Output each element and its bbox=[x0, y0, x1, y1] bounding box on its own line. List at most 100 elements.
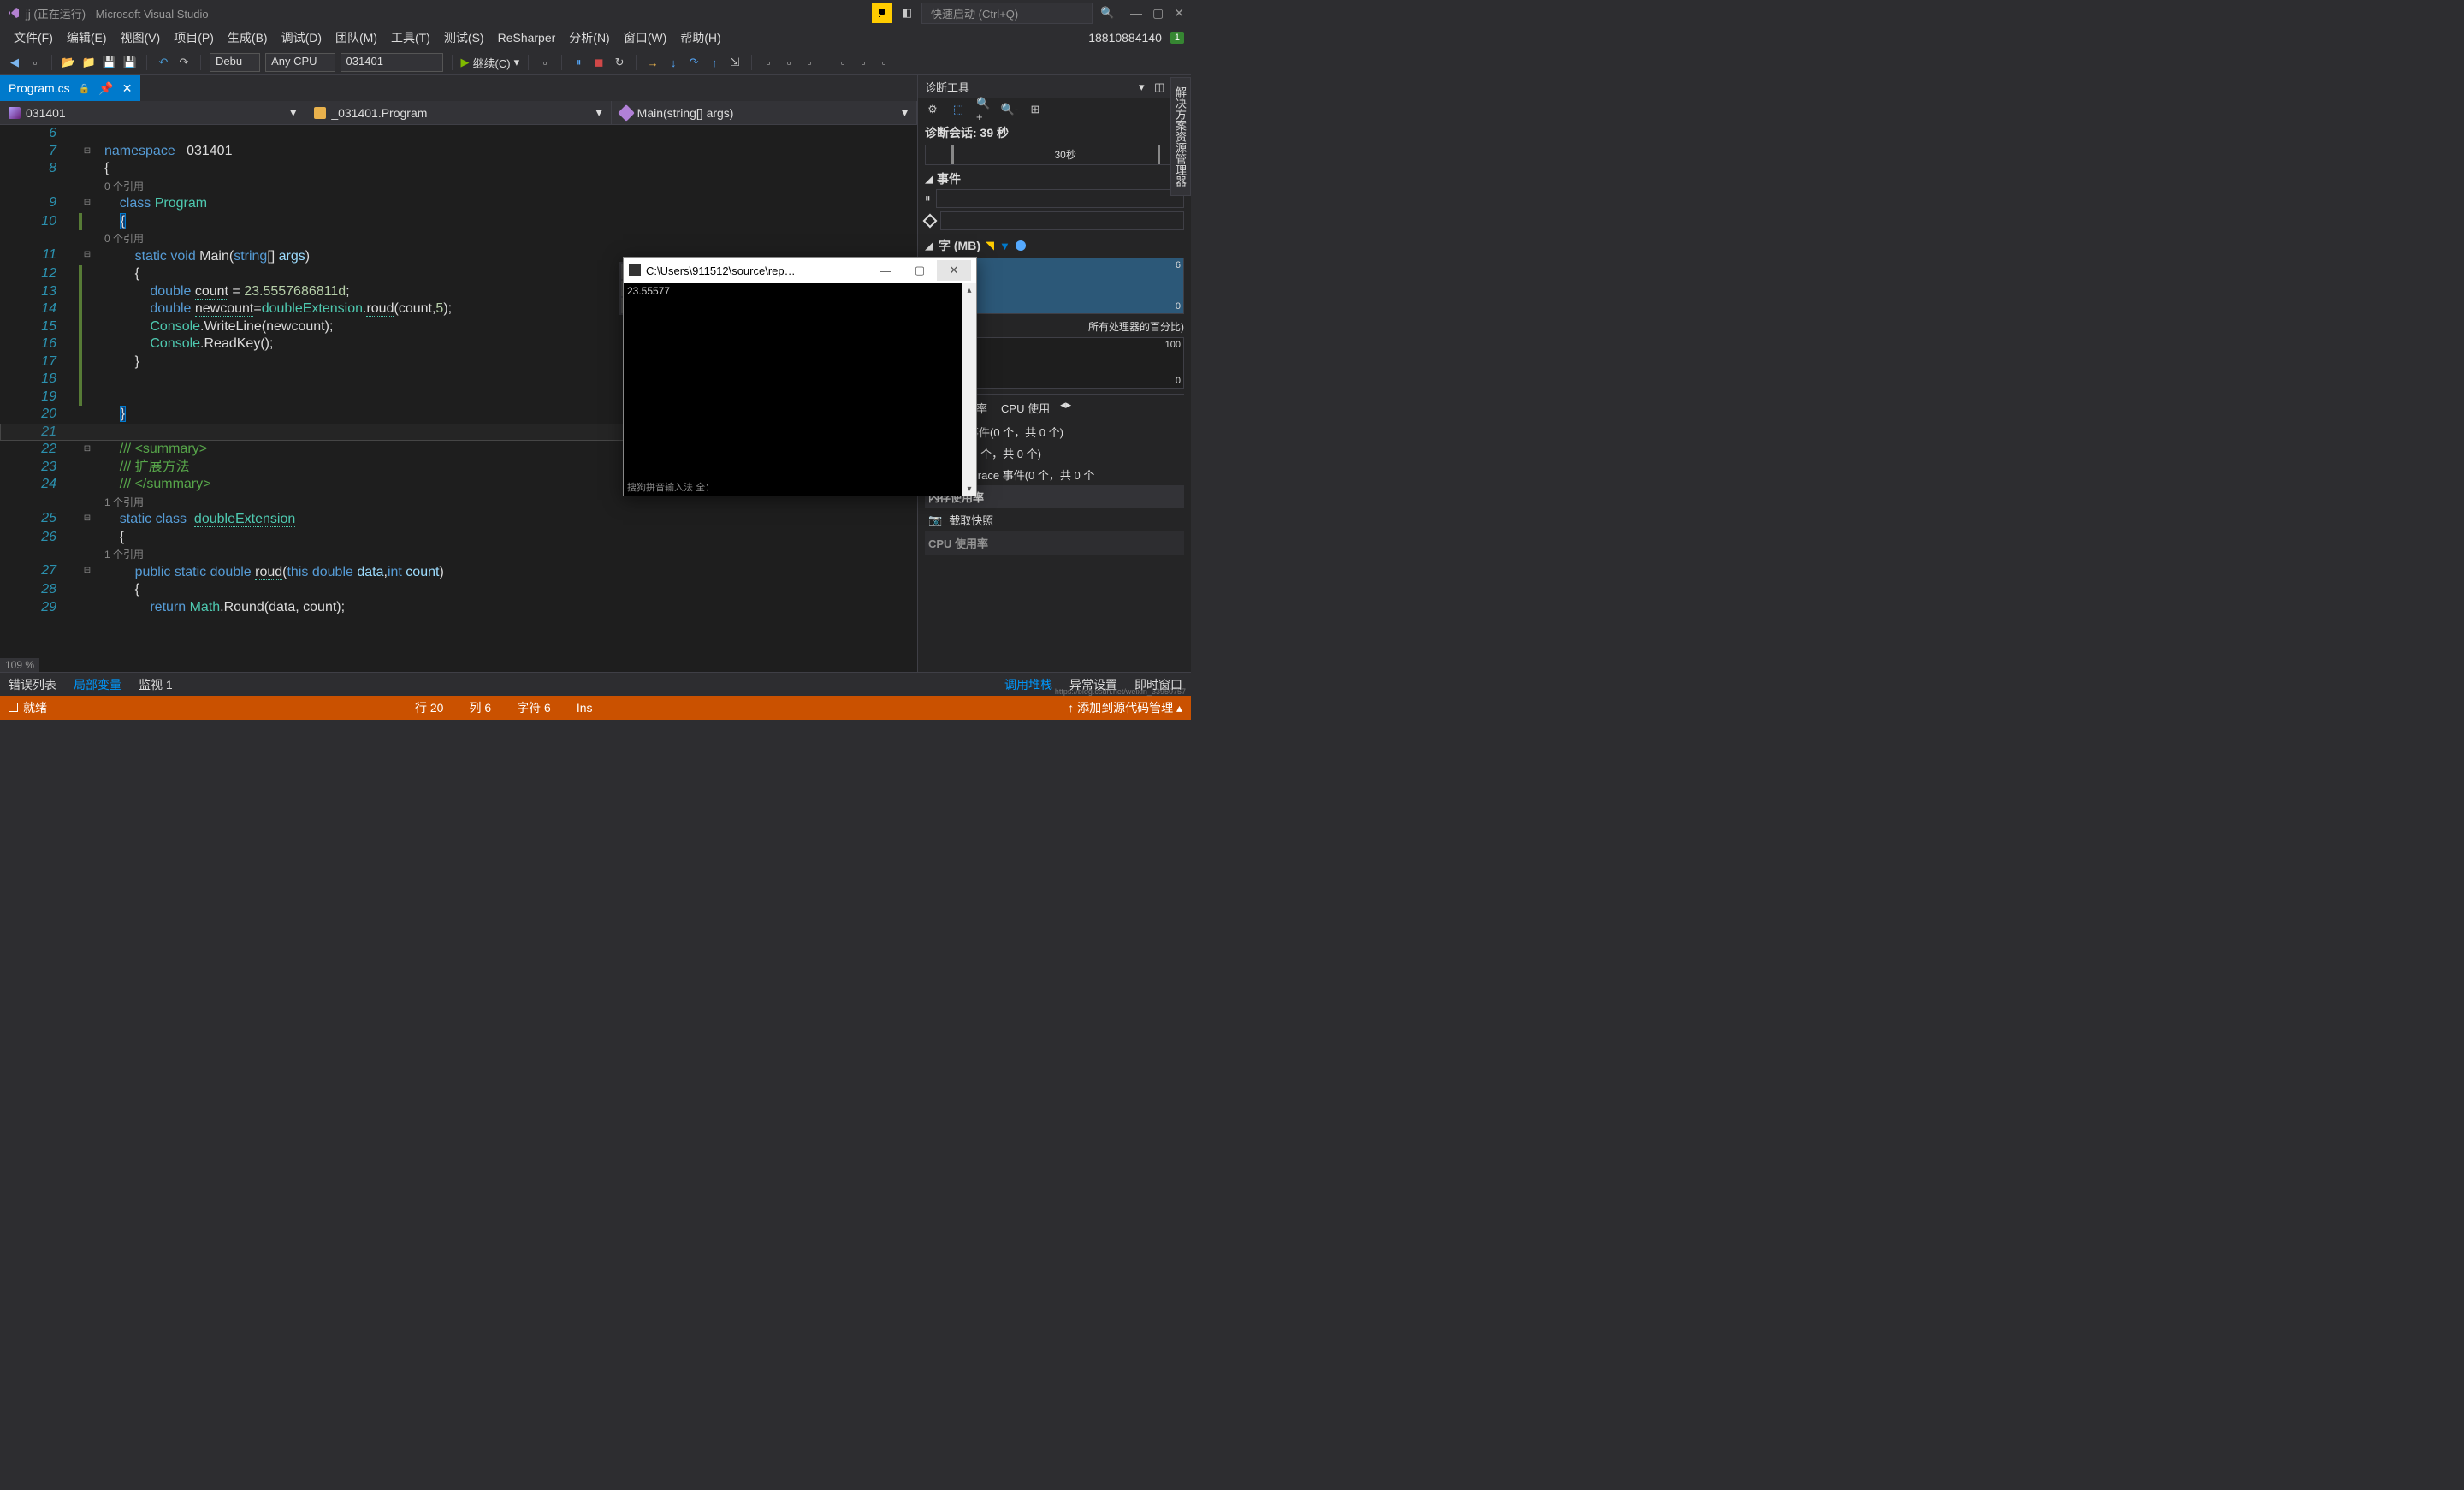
diag-title: 诊断工具 bbox=[925, 79, 969, 95]
minimize-button[interactable]: — bbox=[1130, 6, 1142, 21]
bottom-tool-tabs: 错误列表 局部变量 监视 1 调用堆栈 异常设置 即时窗口 bbox=[0, 672, 1191, 696]
menu-resharper[interactable]: ReSharper bbox=[491, 27, 563, 48]
console-minimize-button[interactable]: — bbox=[868, 260, 903, 281]
menu-team[interactable]: 团队(M) bbox=[329, 26, 384, 50]
user-name[interactable]: 18810884140 bbox=[1088, 31, 1162, 45]
menu-view[interactable]: 视图(V) bbox=[114, 26, 168, 50]
menu-test[interactable]: 测试(S) bbox=[437, 26, 491, 50]
menu-bar: 文件(F) 编辑(E) 视图(V) 项目(P) 生成(B) 调试(D) 团队(M… bbox=[0, 26, 1191, 50]
menu-file[interactable]: 文件(F) bbox=[7, 26, 60, 50]
redo-icon[interactable]: ↷ bbox=[176, 55, 192, 70]
customize-icon[interactable]: ◧ bbox=[899, 5, 915, 21]
step-over-icon[interactable]: ↷ bbox=[686, 55, 702, 70]
close-button[interactable]: ✕ bbox=[1174, 6, 1184, 21]
stop-icon[interactable]: ◼ bbox=[591, 55, 607, 70]
bt-locals[interactable]: 局部变量 bbox=[65, 673, 130, 697]
new-project-icon[interactable]: 📂 bbox=[61, 55, 76, 70]
reset-view-icon[interactable]: ⊞ bbox=[1028, 102, 1043, 117]
menu-help[interactable]: 帮助(H) bbox=[673, 26, 727, 50]
pause-marker-icon: ⏸ bbox=[925, 192, 931, 205]
zoom-out-icon[interactable]: 🔍- bbox=[1002, 102, 1017, 117]
menu-project[interactable]: 项目(P) bbox=[167, 26, 221, 50]
console-maximize-button[interactable]: ▢ bbox=[903, 260, 937, 281]
tab-close-icon[interactable]: ✕ bbox=[122, 81, 133, 96]
nav-class[interactable]: _031401.Program ▾ bbox=[305, 101, 611, 124]
timeline-ruler[interactable]: 30秒 bbox=[925, 145, 1184, 165]
scroll-up-icon[interactable]: ▴ bbox=[962, 283, 976, 297]
show-next-icon[interactable]: → bbox=[645, 55, 660, 70]
lock-icon: 🔒 bbox=[79, 83, 91, 94]
menu-edit[interactable]: 编辑(E) bbox=[60, 26, 114, 50]
platform-select[interactable]: Any CPU bbox=[265, 53, 335, 72]
take-snapshot-button[interactable]: 📷 截取快照 bbox=[925, 508, 1184, 531]
source-control-button[interactable]: ↑ 添加到源代码管理 ▴ bbox=[1068, 699, 1182, 716]
startup-project-select[interactable]: 031401 bbox=[341, 53, 443, 72]
user-badge[interactable]: 1 bbox=[1170, 32, 1184, 44]
console-output-text: 23.55577 bbox=[627, 285, 670, 297]
toolbar-icon-a[interactable]: ▫ bbox=[761, 55, 776, 70]
console-close-button[interactable]: ✕ bbox=[937, 260, 971, 281]
bt-callstack[interactable]: 调用堆栈 bbox=[996, 673, 1061, 697]
console-title: C:\Users\911512\source\rep… bbox=[646, 264, 868, 277]
diag-tab-cpu[interactable]: CPU 使用 bbox=[998, 398, 1053, 418]
restart-icon[interactable]: ↻ bbox=[612, 55, 627, 70]
menu-build[interactable]: 生成(B) bbox=[221, 26, 275, 50]
camera-icon: 📷 bbox=[928, 513, 942, 527]
save-icon[interactable]: 💾 bbox=[102, 55, 117, 70]
gear-icon[interactable]: ⚙ bbox=[925, 102, 940, 117]
status-ready: 就绪 bbox=[9, 699, 47, 716]
method-icon bbox=[618, 104, 635, 122]
menu-window[interactable]: 窗口(W) bbox=[617, 26, 674, 50]
console-titlebar[interactable]: C:\Users\911512\source\rep… — ▢ ✕ bbox=[624, 258, 976, 283]
nav-project[interactable]: 031401 ▾ bbox=[0, 101, 305, 124]
console-window[interactable]: C:\Users\911512\source\rep… — ▢ ✕ 23.555… bbox=[623, 257, 977, 496]
maximize-button[interactable]: ▢ bbox=[1152, 6, 1164, 21]
zoom-level[interactable]: 109 % bbox=[0, 658, 39, 672]
toolbar-icon-e[interactable]: ▫ bbox=[856, 55, 871, 70]
cpu-section-header: CPU 使用率 bbox=[925, 531, 1184, 555]
toolbar-icon-d[interactable]: ▫ bbox=[835, 55, 850, 70]
step-into-icon[interactable]: ↓ bbox=[666, 55, 681, 70]
console-scrollbar[interactable]: ▴ ▾ bbox=[962, 283, 976, 496]
select-tools-icon[interactable]: ⬚ bbox=[951, 102, 966, 117]
nav-method[interactable]: Main(string[] args) ▾ bbox=[612, 101, 917, 124]
console-output[interactable]: 23.55577 搜狗拼音输入法 全： ▴ ▾ bbox=[624, 283, 976, 496]
pin-icon[interactable]: 📌 bbox=[98, 81, 113, 96]
diag-session-label: 诊断会话: 39 秒 bbox=[925, 124, 1184, 141]
tab-program-cs[interactable]: Program.cs 🔒 📌 ✕ bbox=[0, 75, 140, 101]
toolbar-icon-b[interactable]: ▫ bbox=[781, 55, 797, 70]
panel-pin-icon[interactable]: ◫ bbox=[1154, 80, 1164, 93]
title-bar: jj (正在运行) - Microsoft Visual Studio ◧ 快速… bbox=[0, 0, 1191, 26]
step-out-icon[interactable]: ↑ bbox=[707, 55, 722, 70]
nav-forward-icon[interactable]: ▫ bbox=[27, 55, 43, 70]
menu-analyze[interactable]: 分析(N) bbox=[562, 26, 616, 50]
undo-icon[interactable]: ↶ bbox=[156, 55, 171, 70]
toolbar-icon-f[interactable]: ▫ bbox=[876, 55, 891, 70]
solution-explorer-tab[interactable]: 解决方案资源管理器 bbox=[1170, 77, 1191, 196]
status-char: 字符 6 bbox=[517, 699, 551, 716]
toolbar-icon-c[interactable]: ▫ bbox=[802, 55, 817, 70]
zoom-in-icon[interactable]: 🔍+ bbox=[976, 102, 992, 117]
search-icon[interactable]: 🔍 bbox=[1099, 5, 1115, 21]
continue-button[interactable]: ▶ 继续(C) ▾ bbox=[461, 55, 520, 71]
scroll-down-icon[interactable]: ▾ bbox=[962, 482, 976, 496]
notification-flag-icon[interactable] bbox=[872, 3, 892, 23]
debug-target-icon[interactable]: ▫ bbox=[537, 55, 553, 70]
menu-debug[interactable]: 调试(D) bbox=[275, 26, 329, 50]
run-to-cursor-icon[interactable]: ⇲ bbox=[727, 55, 743, 70]
bt-errors[interactable]: 错误列表 bbox=[0, 673, 65, 697]
menu-tools[interactable]: 工具(T) bbox=[384, 26, 437, 50]
tab-label: Program.cs bbox=[9, 81, 70, 95]
open-icon[interactable]: 📁 bbox=[81, 55, 97, 70]
nav-back-icon[interactable]: ◀ bbox=[7, 55, 22, 70]
config-select[interactable]: Debu bbox=[210, 53, 260, 72]
diag-toolbar: ⚙ ⬚ 🔍+ 🔍- ⊞ bbox=[918, 98, 1191, 121]
gc-marker-icon: ◥ bbox=[986, 239, 994, 252]
save-all-icon[interactable]: 💾 bbox=[122, 55, 138, 70]
quick-launch-input[interactable]: 快速启动 (Ctrl+Q) bbox=[921, 3, 1093, 24]
csharp-icon bbox=[9, 107, 21, 119]
status-bar: 就绪 行 20 列 6 字符 6 Ins ↑ 添加到源代码管理 ▴ bbox=[0, 696, 1191, 720]
pause-icon[interactable]: ⏸ bbox=[571, 55, 586, 70]
bt-watch[interactable]: 监视 1 bbox=[130, 673, 181, 697]
panel-menu-icon[interactable]: ▾ bbox=[1139, 80, 1145, 93]
